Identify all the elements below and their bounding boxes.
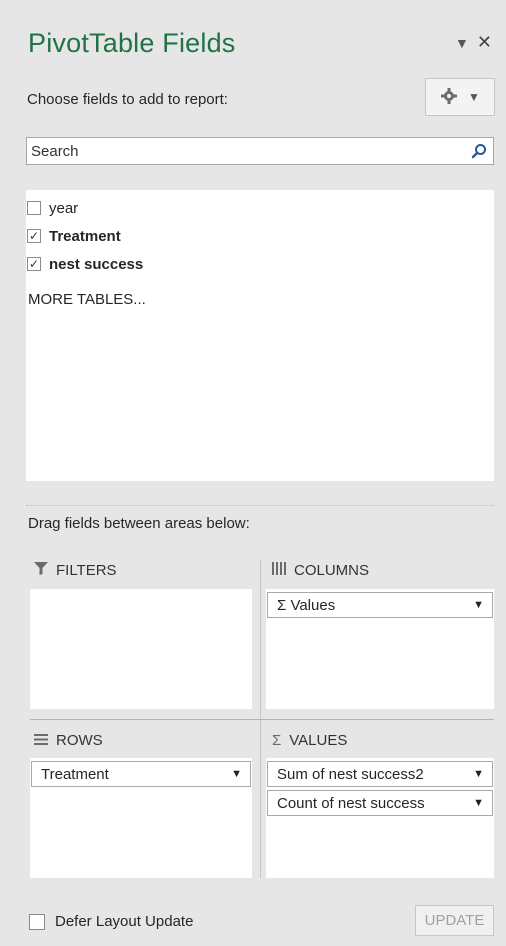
values-item-count[interactable]: Count of nest success ▼ [267, 790, 493, 816]
filters-drop-area[interactable] [30, 589, 252, 709]
columns-label: COLUMNS [294, 562, 370, 579]
field-checkbox-year[interactable] [27, 201, 41, 215]
values-drop-area[interactable]: Sum of nest success2 ▼ Count of nest suc… [266, 758, 494, 878]
field-checkbox-treatment[interactable]: ✓ [27, 229, 41, 243]
columns-drop-area[interactable]: Σ Values ▼ [266, 589, 494, 709]
checkmark-icon: ✓ [28, 229, 40, 243]
defer-layout-update[interactable]: Defer Layout Update [29, 913, 193, 930]
filter-icon [34, 562, 48, 579]
field-item-treatment[interactable]: ✓ Treatment [26, 222, 494, 250]
dropdown-arrow-icon[interactable]: ▼ [473, 797, 484, 809]
search-icon[interactable] [465, 143, 493, 159]
chevron-down-icon: ▼ [468, 90, 480, 104]
pane-options-dropdown-icon[interactable]: ▼ [455, 35, 469, 51]
more-tables-link[interactable]: MORE TABLES... [26, 291, 494, 308]
pill-label: Σ Values [277, 596, 336, 614]
rows-icon [34, 732, 48, 749]
field-item-nest-success[interactable]: ✓ nest success [26, 250, 494, 278]
field-label: nest success [49, 255, 144, 273]
search-box [26, 137, 494, 165]
columns-item-values[interactable]: Σ Values ▼ [267, 592, 493, 618]
search-input[interactable] [27, 142, 465, 160]
field-item-year[interactable]: year [26, 194, 494, 222]
drag-fields-label: Drag fields between areas below: [28, 515, 250, 532]
checkmark-icon: ✓ [28, 257, 40, 271]
sigma-icon: Σ [272, 732, 282, 749]
values-label: VALUES [289, 732, 348, 749]
defer-label: Defer Layout Update [55, 913, 194, 930]
gear-icon [440, 87, 458, 108]
field-checkbox-nest-success[interactable]: ✓ [27, 257, 41, 271]
tools-button[interactable]: ▼ [425, 78, 495, 116]
defer-checkbox[interactable] [29, 913, 45, 930]
dropdown-arrow-icon[interactable]: ▼ [473, 599, 484, 611]
dropdown-arrow-icon[interactable]: ▼ [231, 768, 242, 780]
values-item-sum[interactable]: Sum of nest success2 ▼ [267, 761, 493, 787]
rows-drop-area[interactable]: Treatment ▼ [30, 758, 252, 878]
pill-label: Count of nest success [277, 794, 425, 812]
field-label: year [49, 199, 79, 217]
field-label: Treatment [49, 227, 121, 245]
pill-label: Treatment [41, 765, 109, 783]
update-button[interactable]: UPDATE [415, 905, 494, 936]
columns-header: COLUMNS [272, 562, 369, 579]
pane-title: PivotTable Fields [28, 28, 236, 58]
choose-fields-label: Choose fields to add to report: [27, 91, 228, 108]
dropdown-arrow-icon[interactable]: ▼ [473, 768, 484, 780]
area-horizontal-splitter[interactable] [30, 719, 494, 720]
filters-label: FILTERS [56, 562, 117, 579]
pill-label: Sum of nest success2 [277, 765, 424, 783]
divider [26, 505, 494, 506]
filters-header: FILTERS [34, 562, 117, 579]
values-header: Σ VALUES [272, 732, 347, 749]
field-list: year ✓ Treatment ✓ nest success MORE TAB… [26, 190, 494, 481]
rows-header: ROWS [34, 732, 103, 749]
columns-icon [272, 562, 286, 579]
rows-label: ROWS [56, 732, 103, 749]
title-controls: ▼ ✕ [455, 32, 492, 53]
rows-item-treatment[interactable]: Treatment ▼ [31, 761, 251, 787]
close-icon[interactable]: ✕ [477, 32, 492, 53]
